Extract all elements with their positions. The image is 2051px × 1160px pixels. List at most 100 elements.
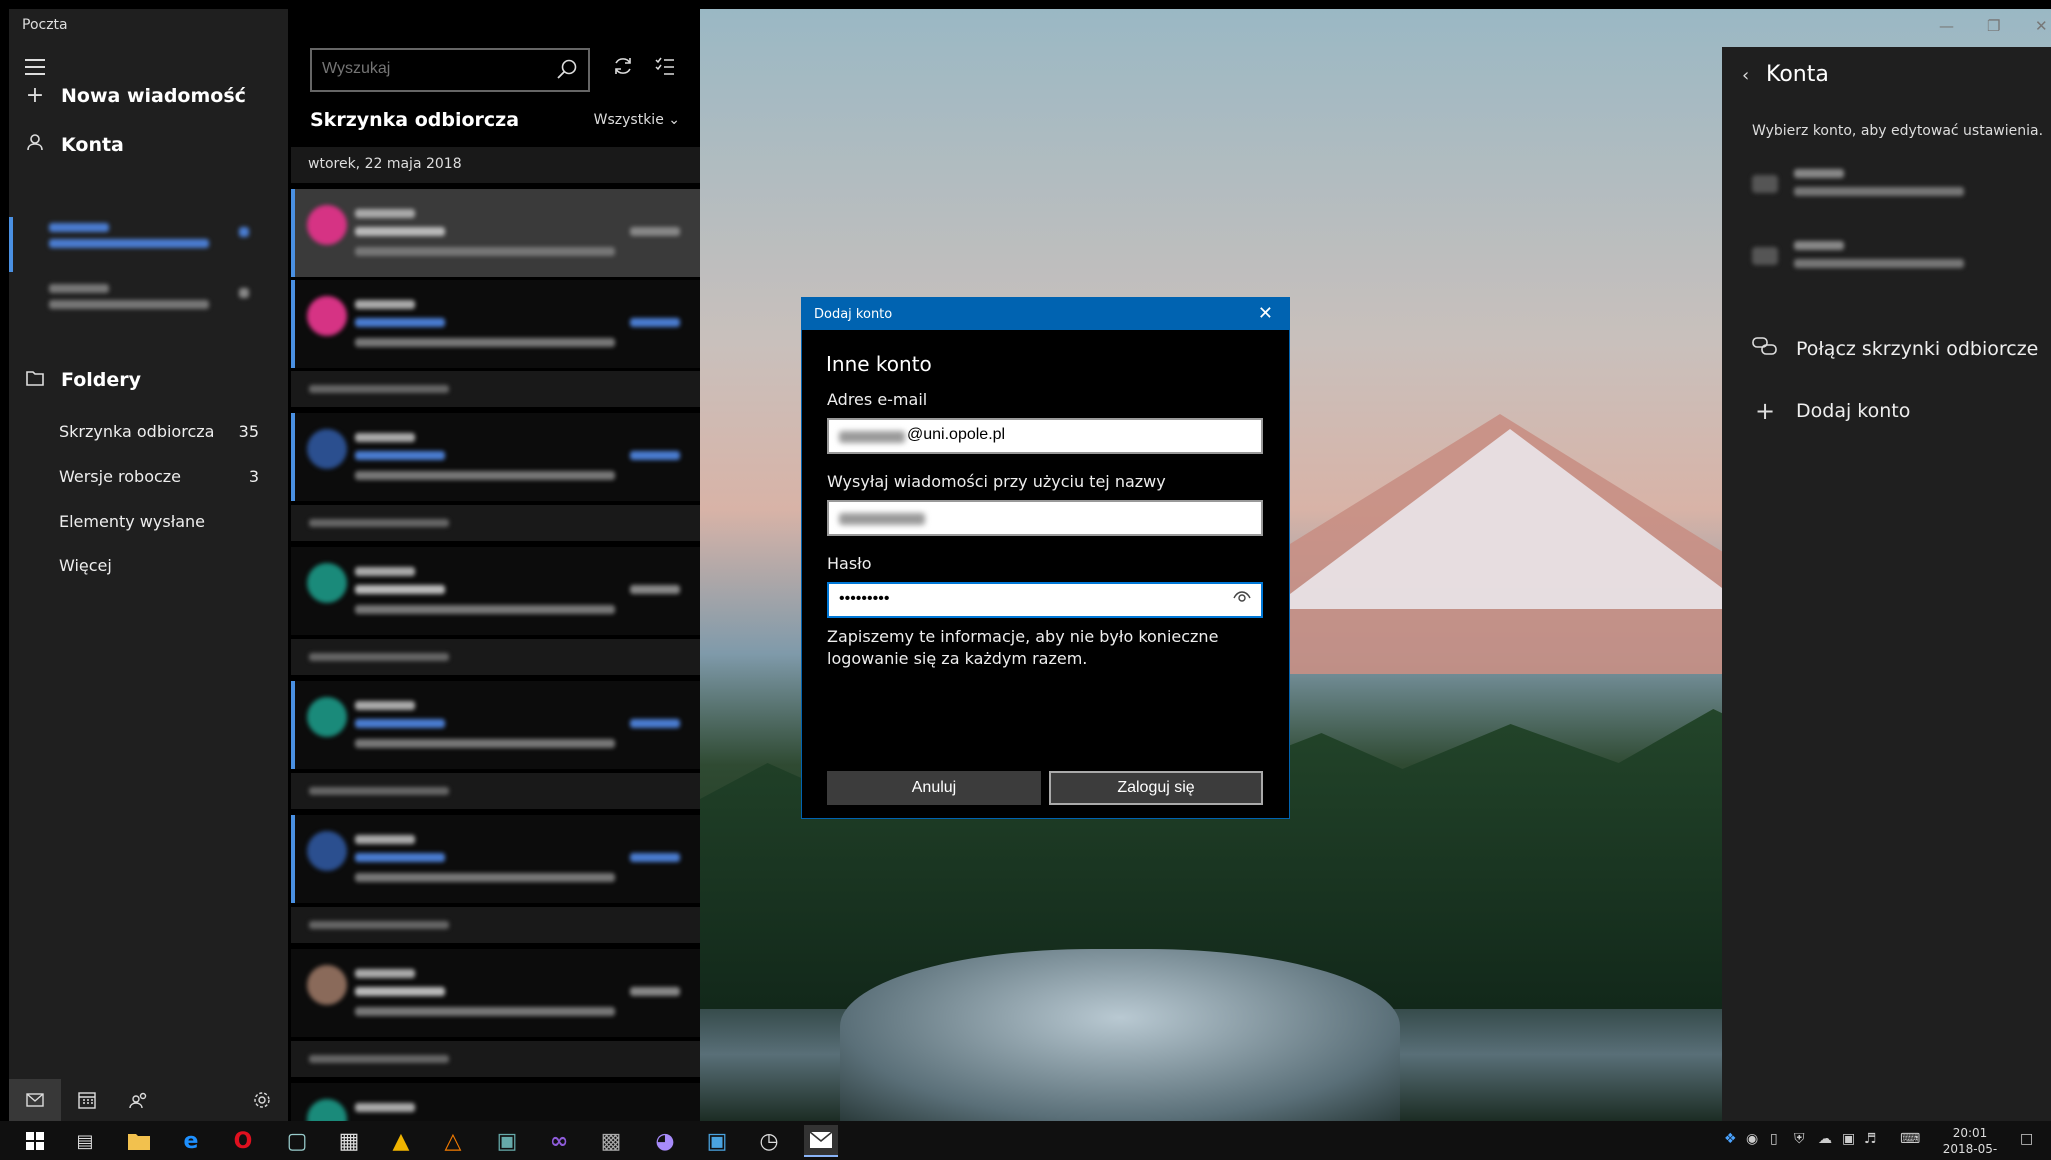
mail-icon[interactable] — [9, 1079, 61, 1121]
folder-item-sent[interactable]: Elementy wysłane — [59, 512, 259, 531]
display-app-icon[interactable]: ▣ — [700, 1125, 734, 1157]
link-inboxes-label: Połącz skrzynki odbiorcze — [1796, 338, 2039, 360]
accounts-settings-pane: ‹ Konta Wybierz konto, aby edytować usta… — [1722, 47, 2051, 1121]
vlc-icon[interactable]: △ — [436, 1125, 470, 1157]
notifications-icon[interactable]: □ — [2020, 1131, 2033, 1147]
clock-time: 20:01 — [1952, 1126, 1988, 1140]
folder-count: 3 — [248, 467, 259, 486]
avatar — [307, 296, 347, 336]
password-label: Hasło — [827, 554, 872, 573]
reveal-password-icon[interactable] — [1233, 590, 1251, 608]
search-box[interactable] — [310, 48, 590, 92]
security-icon[interactable]: ⛨ — [1794, 1131, 1805, 1147]
email-label: Adres e-mail — [827, 390, 928, 409]
folder-item-inbox[interactable]: Skrzynka odbiorcza 35 — [59, 422, 259, 441]
new-message-button[interactable]: + Nowa wiadomość — [25, 83, 246, 108]
bluetooth-icon[interactable]: ❖ — [1724, 1131, 1737, 1147]
accounts-heading[interactable]: Konta — [25, 132, 124, 157]
warning-app-icon[interactable]: ▲ — [384, 1125, 418, 1157]
folder-label: Skrzynka odbiorcza — [59, 422, 215, 441]
sync-icon[interactable] — [612, 55, 634, 83]
folder-icon — [25, 367, 45, 392]
message-list-pane: Skrzynka odbiorcza Wszystkie ⌄ wtorek, 2… — [288, 9, 700, 1121]
plus-icon: + — [25, 83, 45, 108]
browser-app-icon[interactable]: ◕ — [648, 1125, 682, 1157]
tray-app-icon[interactable]: ◉ — [1746, 1131, 1758, 1147]
hamburger-menu-icon[interactable] — [25, 59, 45, 75]
avatar — [307, 831, 347, 871]
settings-account-hotmail[interactable] — [1752, 165, 2032, 209]
display-name-label: Wysyłaj wiadomości przy użyciu tej nazwy — [827, 472, 1166, 491]
account-item-hotmail[interactable] — [49, 223, 269, 263]
volume-icon[interactable]: ♬ — [1864, 1131, 1877, 1147]
notes-app-icon[interactable]: ▢ — [280, 1125, 314, 1157]
nav-bottom-bar — [9, 1079, 288, 1121]
search-input[interactable] — [312, 50, 532, 88]
date-header — [291, 773, 700, 809]
folder-label: Więcej — [59, 556, 112, 575]
usb-icon[interactable]: ▯ — [1770, 1131, 1778, 1147]
folder-label: Wersje robocze — [59, 467, 182, 486]
windows-icon[interactable] — [18, 1125, 52, 1157]
sign-in-button[interactable]: Zaloguj się — [1049, 771, 1263, 805]
list-item[interactable] — [291, 547, 700, 635]
people-icon[interactable] — [113, 1079, 165, 1121]
email-field[interactable]: @uni.opole.pl — [827, 418, 1263, 454]
list-item[interactable] — [291, 280, 700, 368]
list-item[interactable] — [291, 413, 700, 501]
account-item-gmail[interactable] — [49, 284, 269, 324]
system-clock[interactable]: 20:01 2018-05-24 — [1940, 1125, 2000, 1160]
date-header: wtorek, 22 maja 2018 — [291, 147, 700, 183]
taskbar: ▤ e O ▢ ▦ ▲ △ ▣ ∞ ▩ ◕ ▣ ◷ ❖ ◉ ▯ ⛨ ☁ ▣ ♬ … — [0, 1121, 2051, 1160]
filter-label: Wszystkie — [593, 112, 664, 128]
visual-studio-icon[interactable]: ∞ — [542, 1125, 576, 1157]
avatar — [307, 697, 347, 737]
cloud-icon[interactable]: ☁ — [1818, 1131, 1832, 1147]
person-icon — [25, 132, 45, 157]
mail-app-icon[interactable] — [804, 1125, 838, 1157]
folder-item-more[interactable]: Więcej — [59, 556, 259, 575]
calculator-icon[interactable]: ▦ — [332, 1125, 366, 1157]
add-account-dialog: Dodaj konto ✕ Inne konto Adres e-mail @u… — [801, 297, 1290, 819]
folders-heading-label: Foldery — [61, 368, 142, 391]
save-info-note: Zapiszemy te informacje, aby nie było ko… — [827, 627, 1219, 668]
avatar — [307, 1099, 347, 1121]
link-inboxes-button[interactable]: Połącz skrzynki odbiorcze — [1752, 335, 2038, 363]
close-icon[interactable]: ✕ — [1258, 303, 1273, 324]
list-item[interactable] — [291, 681, 700, 769]
cancel-button[interactable]: Anuluj — [827, 771, 1041, 805]
folders-heading[interactable]: Foldery — [25, 367, 141, 392]
folder-item-drafts[interactable]: Wersje robocze 3 — [59, 467, 259, 486]
date-header — [291, 371, 700, 407]
display-name-field[interactable] — [827, 500, 1263, 536]
calendar-icon[interactable] — [61, 1079, 113, 1121]
list-item[interactable] — [291, 1083, 700, 1121]
selected-account-indicator — [9, 217, 13, 272]
file-explorer-icon[interactable] — [122, 1125, 156, 1157]
keyboard-icon[interactable]: ⌨ — [1900, 1131, 1920, 1147]
list-item[interactable] — [291, 815, 700, 903]
network-app-icon[interactable]: ▣ — [490, 1125, 524, 1157]
tools-app-icon[interactable]: ▩ — [594, 1125, 628, 1157]
search-icon[interactable] — [556, 58, 578, 84]
settings-account-gmail[interactable] — [1752, 237, 2032, 281]
opera-icon[interactable]: O — [226, 1125, 260, 1157]
filter-dropdown[interactable]: Wszystkie ⌄ — [594, 112, 680, 128]
task-view-icon[interactable]: ▤ — [68, 1125, 102, 1157]
close-window-icon[interactable]: ✕ — [2035, 17, 2048, 35]
folder-count: 35 — [238, 422, 259, 441]
back-arrow-icon[interactable]: ‹ — [1742, 65, 1749, 86]
minimize-icon[interactable]: — — [1939, 17, 1954, 35]
password-field[interactable]: ••••••••• — [827, 582, 1263, 618]
clock-app-icon[interactable]: ◷ — [752, 1125, 786, 1157]
restore-icon[interactable]: ❐ — [1987, 17, 2000, 35]
settings-gear-icon[interactable] — [236, 1079, 288, 1121]
network-icon[interactable]: ▣ — [1842, 1131, 1855, 1147]
settings-title: Konta — [1766, 62, 1829, 87]
list-item[interactable] — [291, 189, 700, 277]
add-account-button[interactable]: + Dodaj konto — [1752, 397, 1910, 425]
list-item[interactable] — [291, 949, 700, 1037]
accounts-heading-label: Konta — [61, 133, 124, 156]
edge-icon[interactable]: e — [174, 1125, 208, 1157]
selection-mode-icon[interactable] — [654, 55, 676, 83]
